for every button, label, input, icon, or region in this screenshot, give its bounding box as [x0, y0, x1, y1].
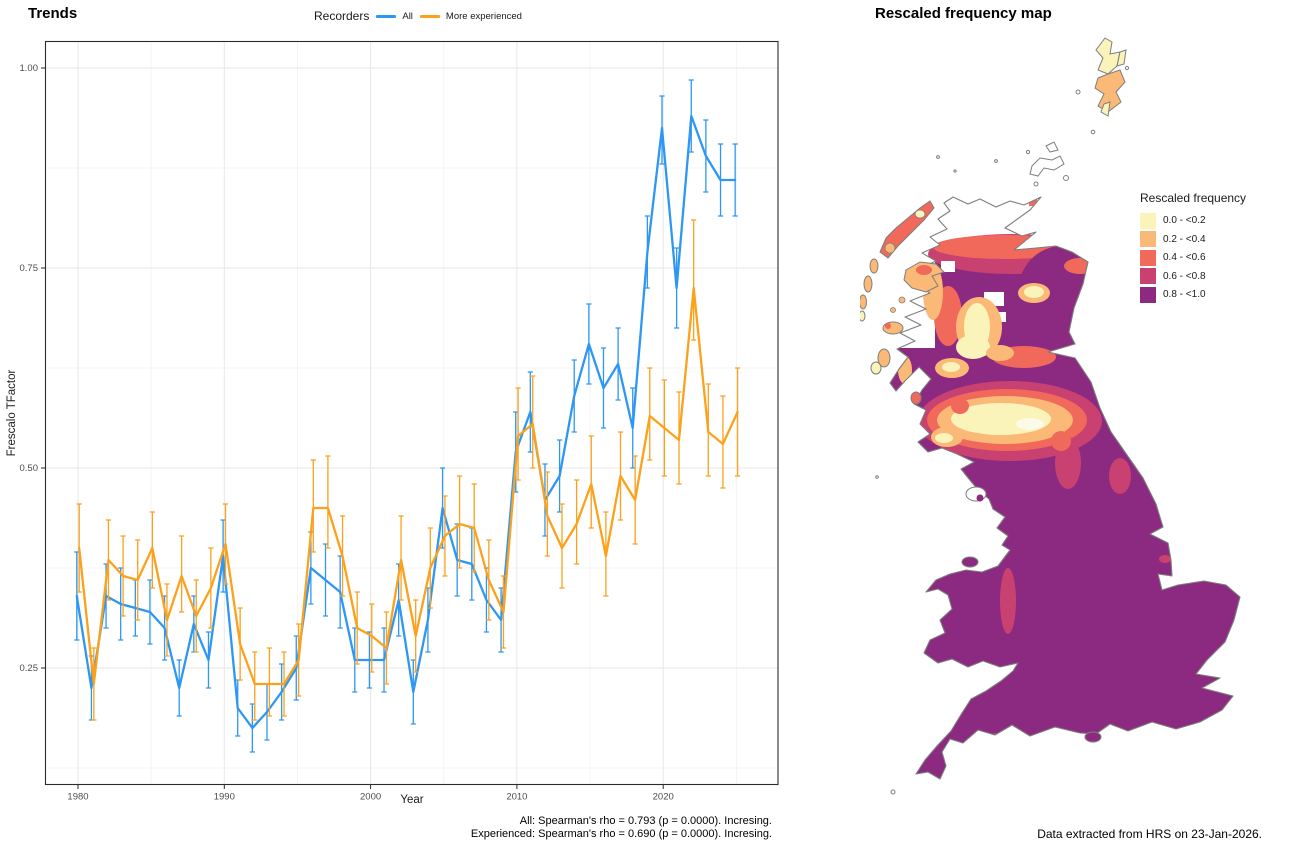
figure-canvas: Trends Recorders All More experienced 19…	[0, 0, 1300, 850]
svg-text:0.75: 0.75	[20, 263, 39, 274]
svg-text:1990: 1990	[214, 792, 235, 803]
legend-class-label: 0.2 - <0.4	[1163, 234, 1206, 245]
svg-text:0.50: 0.50	[20, 463, 39, 474]
svg-text:2020: 2020	[653, 792, 674, 803]
orkney-islands	[937, 142, 1069, 186]
svg-text:1.00: 1.00	[20, 63, 39, 74]
legend-row-3: 0.6 - <0.8	[1140, 268, 1260, 284]
legend-swatch-icon	[1140, 268, 1156, 284]
grid-major	[46, 42, 779, 785]
spearman-captions: All: Spearman's rho = 0.793 (p = 0.0000)…	[471, 815, 772, 840]
map-legend-rows: 0.0 - <0.2 0.2 - <0.4 0.4 - <0.6 0.6 - <0.8…	[1140, 213, 1260, 303]
legend-class-label: 0.6 - <0.8	[1163, 271, 1206, 282]
legend-swatch-icon	[1140, 250, 1156, 266]
legend-class-label: 0.4 - <0.6	[1163, 252, 1206, 263]
gb-mainland	[860, 0, 1300, 800]
trend-line-all	[77, 116, 735, 728]
legend-class-label: 0.0 - <0.2	[1163, 215, 1206, 226]
map-legend: Rescaled frequency 0.0 - <0.20.2 - <0.40…	[1140, 192, 1260, 305]
frequency-surface	[860, 0, 1300, 800]
axis-ticks	[41, 68, 663, 789]
caption-all: All: Spearman's rho = 0.793 (p = 0.0000)…	[471, 815, 772, 828]
map-legend-title: Rescaled frequency	[1140, 192, 1260, 206]
x-axis-label: Year	[312, 794, 512, 806]
trends-plot: 198019902000201020200.250.500.751.00	[0, 0, 800, 850]
gb-frequency-map	[860, 0, 1300, 850]
islay	[871, 362, 881, 374]
legend-swatch-icon	[1140, 231, 1156, 247]
caption-experienced: Experienced: Spearman's rho = 0.690 (p =…	[471, 828, 772, 841]
legend-row-2: 0.4 - <0.6	[1140, 250, 1260, 266]
fair-isle	[1076, 90, 1080, 94]
legend-swatch-icon	[1140, 287, 1156, 303]
anglesey	[962, 557, 978, 567]
isle-of-wight	[1085, 732, 1101, 742]
arran	[911, 392, 921, 404]
shetland-islands	[1076, 38, 1129, 134]
legend-row-0: 0.0 - <0.2	[1140, 213, 1260, 229]
map-caption: Data extracted from HRS on 23-Jan-2026.	[1037, 827, 1262, 841]
y-axis-label: Frescalo TFactor	[6, 313, 18, 513]
legend-swatch-icon	[1140, 213, 1156, 229]
legend-row-1: 0.2 - <0.4	[1140, 231, 1260, 247]
legend-row-4: 0.8 - <1.0	[1140, 287, 1260, 303]
panel-border	[46, 42, 779, 785]
axis-tick-labels: 198019902000201020200.250.500.751.00	[20, 63, 674, 802]
grid-minor	[46, 42, 779, 785]
svg-text:0.25: 0.25	[20, 663, 39, 674]
legend-class-label: 0.8 - <1.0	[1163, 289, 1206, 300]
svg-text:1980: 1980	[67, 792, 88, 803]
scilly	[891, 790, 895, 794]
